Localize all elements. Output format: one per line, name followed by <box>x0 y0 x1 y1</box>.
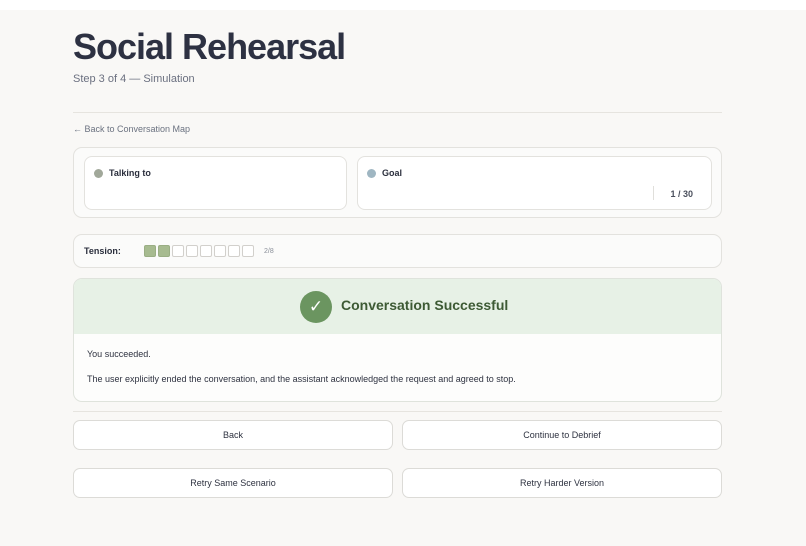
step-indicator: Step 3 of 4 — Simulation <box>73 73 195 85</box>
retry-harder-button[interactable]: Retry Harder Version <box>402 468 722 498</box>
goal-label: Goal <box>382 168 403 178</box>
result-title: Conversation Successful <box>341 297 509 313</box>
talking-to-dot-icon <box>94 168 103 178</box>
page-title: Social Rehearsal <box>73 26 346 67</box>
top-bar <box>0 0 806 10</box>
check-icon: ✓ <box>300 291 332 323</box>
tension-segment <box>158 245 170 257</box>
scenario-info-panel: Talking to Goal 1 / 30 <box>73 147 722 218</box>
tension-segment <box>214 245 226 257</box>
result-panel: ✓ Conversation Successful You succeeded.… <box>73 278 722 402</box>
tension-meter: Tension: 2/8 <box>73 234 722 268</box>
tension-segment <box>228 245 240 257</box>
tension-segment <box>200 245 212 257</box>
tension-label: Tension: <box>84 246 121 256</box>
goal-counter: 1 / 30 <box>670 189 693 199</box>
result-header: ✓ Conversation Successful <box>74 279 721 334</box>
tension-segment <box>144 245 156 257</box>
continue-to-debrief-button[interactable]: Continue to Debrief <box>402 420 722 450</box>
tension-segment <box>172 245 184 257</box>
header-divider <box>73 112 722 113</box>
result-summary: You succeeded. <box>87 349 151 359</box>
back-to-map-link[interactable]: ← Back to Conversation Map <box>73 124 190 134</box>
goal-card: Goal 1 / 30 <box>357 156 712 210</box>
tension-segments <box>144 245 254 257</box>
talking-to-label: Talking to <box>109 168 151 178</box>
counter-separator <box>653 186 654 200</box>
goal-dot-icon <box>367 168 376 178</box>
retry-same-button[interactable]: Retry Same Scenario <box>73 468 393 498</box>
talking-to-card: Talking to <box>84 156 347 210</box>
result-detail: The user explicitly ended the conversati… <box>87 374 516 384</box>
tension-segment <box>242 245 254 257</box>
tension-segment <box>186 245 198 257</box>
actions-divider <box>73 411 722 412</box>
tension-count: 2/8 <box>264 248 274 255</box>
back-button[interactable]: Back <box>73 420 393 450</box>
